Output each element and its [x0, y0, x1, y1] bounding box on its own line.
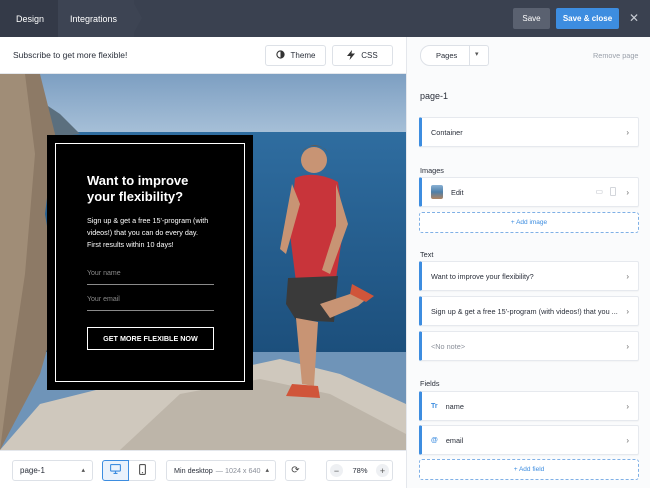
tab-design[interactable]: Design — [0, 0, 58, 37]
campaign-title[interactable]: Subscribe to get more flexible! — [13, 50, 127, 60]
popup-body-line: Sign up & get a free 15'-program (with v… — [87, 216, 209, 237]
viewport-size-select[interactable]: Min desktop — 1024 x 640 ▴ — [166, 460, 276, 481]
text-item-label: Sign up & get a free 15'-program (with v… — [431, 306, 618, 316]
theme-label: Theme — [290, 51, 316, 60]
page-select-value: page-1 — [20, 466, 45, 475]
zoom-value: 78% — [352, 466, 368, 475]
save-button[interactable]: Save — [513, 8, 550, 29]
close-icon[interactable]: ✕ — [627, 10, 641, 26]
chevron-right-icon: › — [626, 307, 629, 316]
cta-button[interactable]: GET MORE FLEXIBLE NOW — [87, 327, 214, 350]
page-name: page-1 — [420, 91, 449, 101]
chevron-right-icon: › — [626, 342, 629, 351]
pages-select[interactable]: Pages ▾ — [420, 45, 489, 66]
lightning-icon — [347, 49, 356, 62]
bottom-bar: page-1 ▴ Min desktop — 1024 x 640 ▴ ⟳ − … — [0, 450, 406, 488]
text-item-row[interactable]: Sign up & get a free 15'-program (with v… — [419, 296, 639, 326]
design-canvas[interactable]: Want to improve your flexibility? Sign u… — [0, 74, 406, 450]
add-field-button[interactable]: + Add field — [419, 459, 639, 480]
viewport-size-name: Min desktop — [174, 466, 213, 475]
image-edit-label: Edit — [451, 187, 464, 197]
editor-toolbar: Subscribe to get more flexible! Theme CS… — [0, 37, 406, 74]
breadcrumb-separator — [132, 0, 142, 36]
rotate-button[interactable]: ⟳ — [285, 460, 306, 481]
at-sign-icon: @ — [431, 436, 438, 444]
zoom-control: − 78% + — [326, 460, 393, 481]
image-row[interactable]: Edit ▭ › — [419, 177, 639, 207]
popup-headline[interactable]: Want to improve your flexibility? — [87, 173, 217, 205]
desktop-view-button[interactable] — [102, 460, 129, 481]
name-field[interactable]: Your name — [87, 269, 214, 285]
popup[interactable]: Want to improve your flexibility? Sign u… — [47, 135, 253, 390]
field-row-email[interactable]: @ email › — [419, 425, 639, 455]
text-heading: Text — [420, 250, 434, 259]
container-label: Container — [431, 127, 463, 137]
zoom-in-button[interactable]: + — [376, 464, 389, 477]
chevron-right-icon: › — [626, 188, 629, 197]
chevron-down-icon: ▾ — [475, 51, 479, 58]
chevron-right-icon: › — [626, 402, 629, 411]
properties-panel: Pages ▾ Remove page page-1 Container › I… — [406, 37, 650, 488]
fields-heading: Fields — [420, 379, 440, 388]
image-thumbnail — [431, 185, 443, 199]
chevron-right-icon: › — [626, 436, 629, 445]
text-item-label: <No note> — [431, 341, 466, 351]
popup-body-line: First results within 10 days! — [87, 240, 174, 249]
popup-body-text[interactable]: Sign up & get a free 15'-program (with v… — [87, 215, 222, 251]
images-heading: Images — [420, 166, 444, 175]
mobile-visibility-icon[interactable] — [610, 187, 616, 196]
mobile-view-button[interactable] — [129, 460, 156, 481]
remove-page-link[interactable]: Remove page — [593, 51, 638, 60]
tab-integrations[interactable]: Integrations — [70, 0, 117, 37]
field-label: name — [445, 401, 464, 411]
chevron-right-icon: › — [626, 128, 629, 137]
zoom-out-button[interactable]: − — [330, 464, 343, 477]
monitor-icon — [110, 464, 121, 477]
phone-icon — [138, 463, 146, 478]
add-image-button[interactable]: + Add image — [419, 212, 639, 233]
field-row-name[interactable]: Tr name › — [419, 391, 639, 421]
theme-button[interactable]: Theme — [265, 45, 326, 66]
text-item-label: Want to improve your flexibility? — [431, 271, 534, 281]
page-select[interactable]: page-1 ▴ — [12, 460, 93, 481]
chevron-right-icon: › — [626, 272, 629, 281]
text-item-row[interactable]: Want to improve your flexibility? › — [419, 261, 639, 291]
css-button[interactable]: CSS — [332, 45, 393, 66]
text-field-icon: Tr — [431, 402, 438, 410]
pages-label: Pages — [436, 51, 458, 60]
chevron-up-icon: ▴ — [81, 467, 85, 474]
contrast-icon — [275, 50, 285, 61]
divider — [469, 46, 470, 65]
field-label: email — [445, 435, 464, 445]
container-row[interactable]: Container › — [419, 117, 639, 147]
save-and-close-button[interactable]: Save & close — [556, 8, 619, 29]
monitor-icon[interactable]: ▭ — [595, 187, 603, 196]
css-label: CSS — [361, 51, 378, 60]
viewport-size-dims: — 1024 x 640 — [215, 466, 261, 475]
text-item-row[interactable]: <No note> › — [419, 331, 639, 361]
chevron-up-icon: ▴ — [265, 467, 269, 474]
top-bar: Design Integrations Save Save & close ✕ — [0, 0, 650, 37]
rotate-icon: ⟳ — [291, 465, 300, 476]
email-field[interactable]: Your email — [87, 295, 214, 311]
